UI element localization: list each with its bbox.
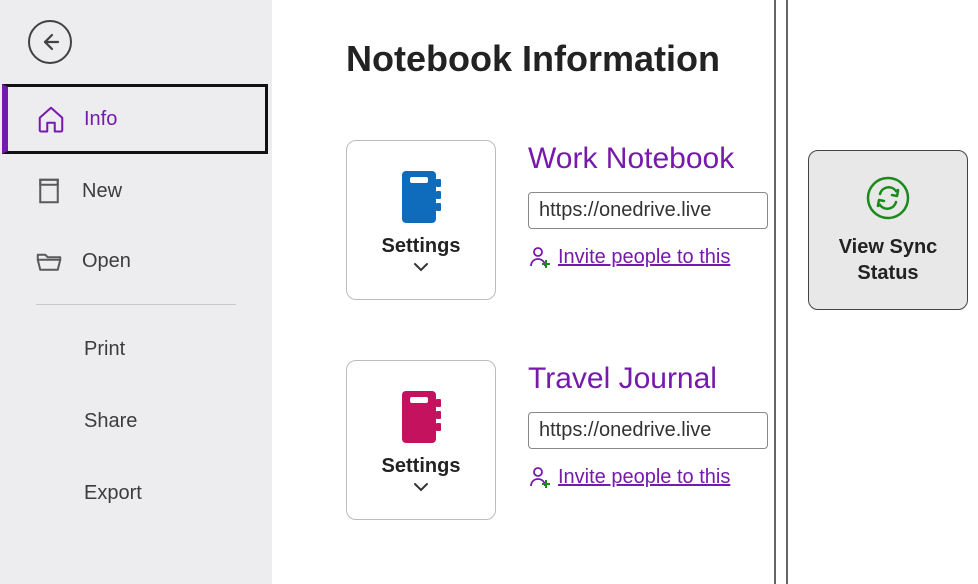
notebook-icon bbox=[396, 389, 446, 445]
notebook-icon bbox=[396, 169, 446, 225]
notebook-name: Work Notebook bbox=[528, 142, 768, 176]
nav-divider bbox=[36, 304, 236, 305]
nav-item-print[interactable]: Print bbox=[0, 313, 272, 385]
nav-item-share[interactable]: Share bbox=[0, 385, 272, 457]
invite-link[interactable]: Invite people to this bbox=[528, 245, 768, 269]
nav-label: Share bbox=[84, 410, 137, 433]
arrow-left-icon bbox=[38, 30, 62, 54]
folder-open-icon bbox=[34, 246, 64, 276]
sync-label: View Sync Status bbox=[839, 234, 938, 286]
nav-label: Open bbox=[82, 250, 131, 273]
notebook-info: Work Notebook Invite people to this bbox=[528, 140, 768, 269]
person-add-icon bbox=[528, 465, 552, 489]
home-icon bbox=[36, 104, 66, 134]
sync-icon bbox=[864, 174, 912, 222]
nav-label: Info bbox=[84, 108, 117, 131]
notebook-name: Travel Journal bbox=[528, 362, 768, 396]
notebook-settings-button[interactable]: Settings bbox=[346, 140, 496, 300]
view-sync-status-button[interactable]: View Sync Status bbox=[808, 150, 968, 310]
page-icon bbox=[34, 176, 64, 206]
vertical-divider bbox=[774, 0, 776, 584]
page-title: Notebook Information bbox=[346, 38, 978, 80]
nav-item-export[interactable]: Export bbox=[0, 457, 272, 529]
invite-link[interactable]: Invite people to this bbox=[528, 465, 768, 489]
nav-label: New bbox=[82, 180, 122, 203]
chevron-down-icon bbox=[413, 482, 429, 492]
nav-label: Print bbox=[84, 338, 125, 361]
nav-item-open[interactable]: Open bbox=[0, 226, 272, 296]
notebook-row: Settings Travel Journal Invite people to… bbox=[346, 360, 978, 520]
notebook-url-field[interactable] bbox=[528, 192, 768, 229]
chevron-down-icon bbox=[413, 262, 429, 272]
back-button[interactable] bbox=[28, 20, 72, 64]
invite-label: Invite people to this bbox=[558, 466, 730, 489]
vertical-divider bbox=[786, 0, 788, 584]
notebook-settings-button[interactable]: Settings bbox=[346, 360, 496, 520]
settings-label: Settings bbox=[382, 455, 461, 478]
main-content: Notebook Information Settings Work Noteb… bbox=[272, 0, 978, 584]
person-add-icon bbox=[528, 245, 552, 269]
notebook-info: Travel Journal Invite people to this bbox=[528, 360, 768, 489]
invite-label: Invite people to this bbox=[558, 246, 730, 269]
nav-label: Export bbox=[84, 482, 142, 505]
notebook-url-field[interactable] bbox=[528, 412, 768, 449]
right-panel: View Sync Status bbox=[808, 150, 968, 310]
settings-label: Settings bbox=[382, 235, 461, 258]
backstage-sidebar: Info New Open Print Share Export bbox=[0, 0, 272, 584]
nav-item-info[interactable]: Info bbox=[2, 84, 268, 154]
nav-item-new[interactable]: New bbox=[0, 156, 272, 226]
